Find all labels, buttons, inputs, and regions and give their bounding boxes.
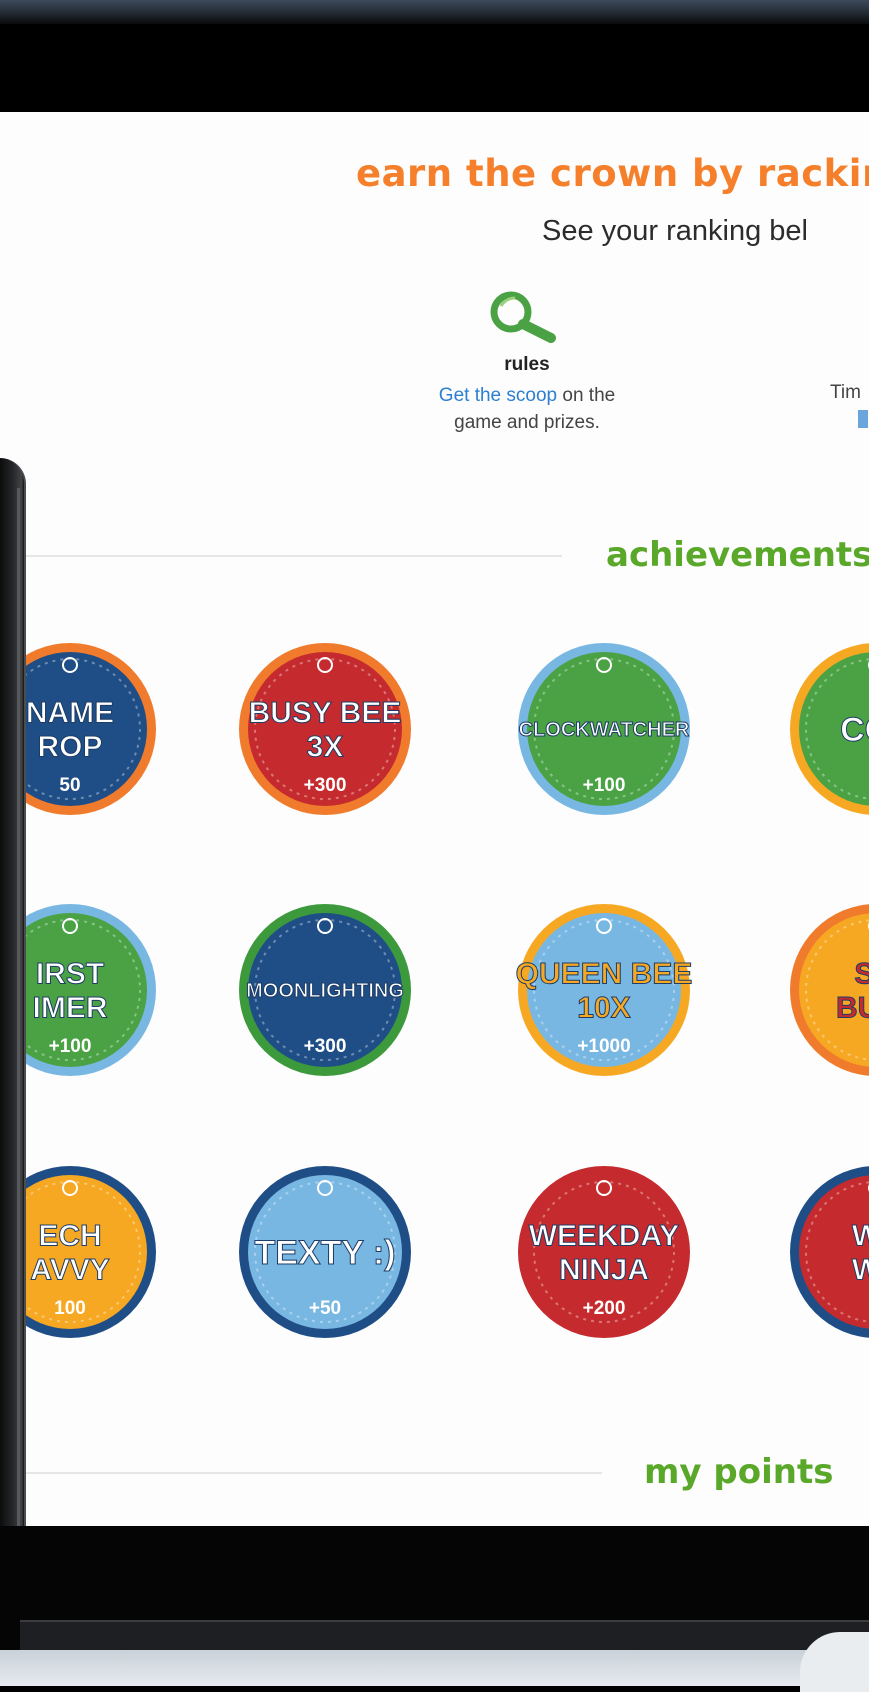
badge-label: COL <box>840 711 869 749</box>
badge-points: +1000 <box>577 1036 630 1057</box>
badge-label: ECH <box>38 1220 101 1253</box>
col-badge[interactable]: COL <box>776 629 869 829</box>
timing-link[interactable] <box>858 410 868 428</box>
badge-label: MOONLIGHTING <box>246 980 404 1002</box>
badge-points: +300 <box>304 1036 347 1057</box>
achievements-heading: achievements <box>606 535 869 575</box>
weekday-ninja-badge[interactable]: WEEKDAYNINJA +200 <box>504 1152 704 1352</box>
badge-label: 10X <box>577 992 630 1025</box>
badge-label: CLOCKWATCHER <box>519 719 690 741</box>
badge-points: +100 <box>583 775 626 796</box>
badge-label: AVVY <box>30 1254 109 1287</box>
badge-label: SO <box>854 958 869 991</box>
badge-label: 3X <box>307 731 344 764</box>
phone-edge <box>17 488 20 1658</box>
rules-desc-line2: game and prizes. <box>454 412 600 433</box>
timing-text: Tim <box>830 382 861 403</box>
badge-label: IMER <box>33 992 108 1025</box>
badge-points: 50 <box>59 775 80 796</box>
weekend-warrior-badge[interactable]: WEWA <box>776 1152 869 1352</box>
badge-points: +50 <box>309 1298 341 1319</box>
badge-label: ROP <box>37 731 102 764</box>
queen-bee-badge[interactable]: QUEEN BEE10X +1000 <box>504 890 704 1090</box>
texty-badge[interactable]: TEXTY :) +50 <box>225 1152 425 1352</box>
achievements-divider <box>26 555 562 557</box>
social-butterfly-badge[interactable]: SOBUTT <box>776 890 869 1090</box>
top-bezel-strip <box>0 0 869 24</box>
clockwatcher-badge[interactable]: CLOCKWATCHER +100 <box>504 629 704 829</box>
badge-label: QUEEN BEE <box>516 958 693 991</box>
desk-surface <box>0 1650 869 1686</box>
page-subline: See your ranking bel <box>542 215 808 247</box>
badge-label: BUSY BEE <box>249 697 402 730</box>
badge-label: WA <box>852 1254 869 1287</box>
bottom-bezel <box>0 1526 869 1692</box>
badge-label: WEEKDAY <box>529 1220 680 1253</box>
laptop-base <box>20 1620 869 1652</box>
badge-points: +100 <box>49 1036 92 1057</box>
badge-label: NINJA <box>559 1254 649 1287</box>
top-bezel <box>0 0 869 112</box>
phone-bezel <box>0 458 26 1686</box>
badge-label: NAME <box>26 697 114 730</box>
rules-desc-rest: on the <box>557 385 616 406</box>
moonlighting-badge[interactable]: MOONLIGHTING +300 <box>225 890 425 1090</box>
achievements-page: earn the crown by rackin See your rankin… <box>0 112 869 1526</box>
badge-points: +200 <box>583 1298 626 1319</box>
points-divider <box>26 1472 602 1474</box>
busy-bee-badge[interactable]: BUSY BEE3X +300 <box>225 629 425 829</box>
badge-points: +300 <box>304 775 347 796</box>
page-headline: earn the crown by rackin <box>356 152 869 195</box>
my-points-heading: my points <box>644 1452 834 1492</box>
rules-description: Get the scoop on the game and prizes. <box>400 382 654 436</box>
rules-title[interactable]: rules <box>440 354 614 376</box>
badge-label: IRST <box>36 958 104 991</box>
get-the-scoop-link[interactable]: Get the scoop <box>439 385 557 406</box>
badge-label: TEXTY :) <box>254 1234 395 1272</box>
badge-points: 100 <box>54 1298 86 1319</box>
magnifier-icon[interactable] <box>487 290 557 348</box>
badge-label: WE <box>852 1220 869 1253</box>
badge-label: BUTT <box>836 992 869 1025</box>
